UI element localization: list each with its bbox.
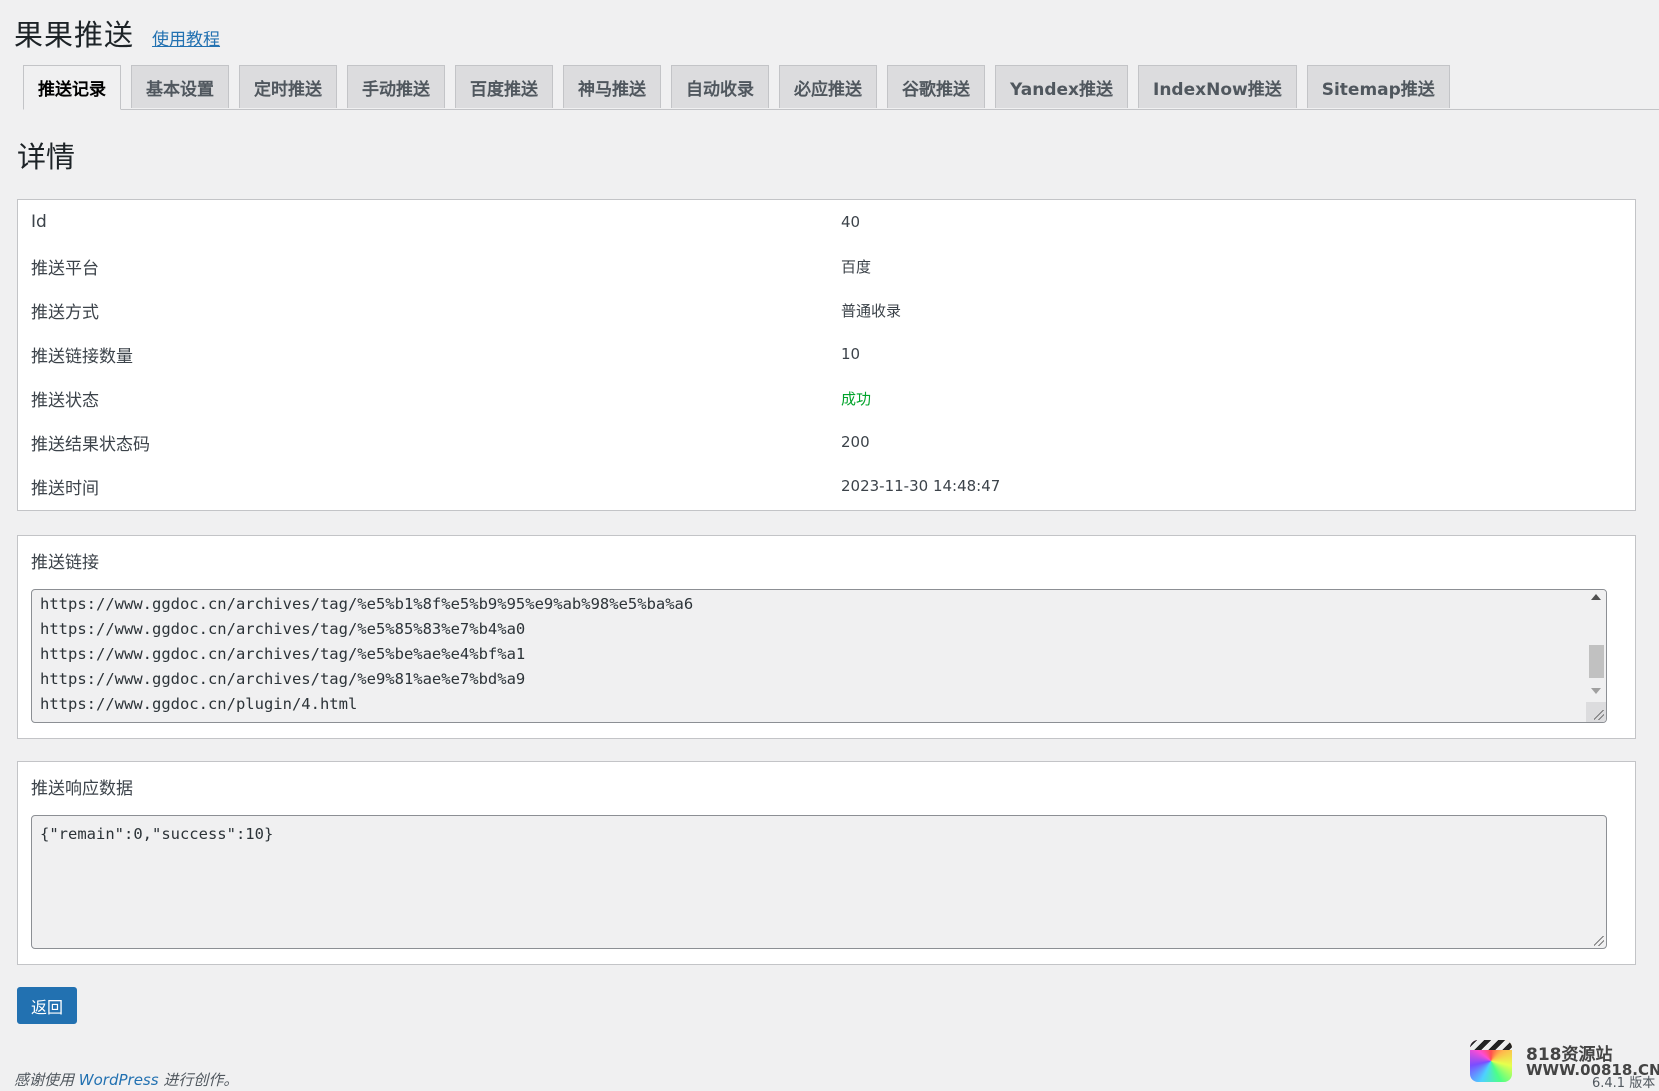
scroll-up-arrow-icon[interactable] bbox=[1591, 594, 1601, 600]
push-links-textarea[interactable]: https://www.ggdoc.cn/archives/tag/%e5%b1… bbox=[31, 589, 1607, 723]
detail-value: 200 bbox=[841, 433, 870, 451]
detail-label: 推送平台 bbox=[31, 258, 99, 279]
clapperboard-icon bbox=[1470, 1040, 1512, 1082]
response-panel: 推送响应数据 {"remain":0,"success":10} bbox=[17, 761, 1636, 965]
detail-label: 推送时间 bbox=[31, 478, 99, 499]
tab-indexnow-push[interactable]: IndexNow推送 bbox=[1138, 65, 1297, 108]
detail-label: 推送状态 bbox=[31, 390, 99, 411]
tab-bar: 推送记录 基本设置 定时推送 手动推送 百度推送 神马推送 自动收录 必应推送 … bbox=[23, 65, 1659, 110]
scroll-thumb[interactable] bbox=[1589, 645, 1604, 678]
detail-value: 百度 bbox=[841, 257, 872, 276]
push-links-label: 推送链接 bbox=[31, 553, 99, 573]
resize-grip-icon[interactable] bbox=[1594, 710, 1604, 720]
tab-scheduled-push[interactable]: 定时推送 bbox=[239, 65, 337, 108]
detail-row-platform: 推送平台 百度 bbox=[31, 244, 1622, 288]
tab-push-records[interactable]: 推送记录 bbox=[23, 65, 121, 110]
detail-label: 推送方式 bbox=[31, 302, 99, 323]
scroll-down-arrow-icon[interactable] bbox=[1591, 688, 1601, 694]
link-line: https://www.ggdoc.cn/archives/tag/%e5%be… bbox=[40, 645, 526, 663]
tab-google-push[interactable]: 谷歌推送 bbox=[887, 65, 985, 108]
tab-auto-index[interactable]: 自动收录 bbox=[671, 65, 769, 108]
response-label: 推送响应数据 bbox=[31, 779, 133, 799]
link-line: https://www.ggdoc.cn/archives/tag/%e5%85… bbox=[40, 620, 526, 638]
response-value: {"remain":0,"success":10} bbox=[40, 825, 274, 843]
tab-basic-settings[interactable]: 基本设置 bbox=[131, 65, 229, 108]
tab-shenma-push[interactable]: 神马推送 bbox=[563, 65, 661, 108]
link-line: https://www.ggdoc.cn/archives/tag/%e5%b1… bbox=[40, 595, 694, 613]
tab-baidu-push[interactable]: 百度推送 bbox=[455, 65, 553, 108]
detail-value: 普通收录 bbox=[841, 301, 902, 320]
version-text: 6.4.1 版本 bbox=[1592, 1076, 1656, 1091]
detail-value: 10 bbox=[841, 345, 861, 363]
detail-row-link-count: 推送链接数量 10 bbox=[31, 332, 1622, 376]
status-badge: 成功 bbox=[841, 389, 872, 408]
detail-row-time: 推送时间 2023-11-30 14:48:47 bbox=[31, 464, 1622, 508]
detail-value: 2023-11-30 14:48:47 bbox=[841, 477, 1001, 495]
link-line: https://www.ggdoc.cn/archives/tag/%e9%81… bbox=[40, 670, 526, 688]
response-textarea[interactable]: {"remain":0,"success":10} bbox=[31, 815, 1607, 949]
push-links-panel: 推送链接 https://www.ggdoc.cn/archives/tag/%… bbox=[17, 535, 1636, 739]
detail-value: 40 bbox=[841, 213, 861, 231]
details-panel: Id 40 推送平台 百度 推送方式 普通收录 推送链接数量 10 推送状态 成… bbox=[17, 199, 1636, 511]
detail-label: Id bbox=[31, 212, 47, 232]
back-button[interactable]: 返回 bbox=[17, 987, 77, 1024]
detail-label: 推送结果状态码 bbox=[31, 434, 150, 455]
detail-row-status: 推送状态 成功 bbox=[31, 376, 1622, 420]
footer-text: 感谢使用 WordPress 进行创作。 bbox=[14, 1069, 238, 1090]
detail-row-id: Id 40 bbox=[31, 200, 1622, 244]
wordpress-link[interactable]: WordPress bbox=[79, 1071, 159, 1089]
tab-yandex-push[interactable]: Yandex推送 bbox=[995, 65, 1128, 108]
detail-label: 推送链接数量 bbox=[31, 346, 133, 367]
header: 果果推送 使用教程 bbox=[14, 12, 220, 54]
tab-bing-push[interactable]: 必应推送 bbox=[779, 65, 877, 108]
detail-row-status-code: 推送结果状态码 200 bbox=[31, 420, 1622, 464]
detail-row-method: 推送方式 普通收录 bbox=[31, 288, 1622, 332]
link-line: https://www.ggdoc.cn/plugin/4.html bbox=[40, 695, 358, 713]
section-title: 详情 bbox=[17, 140, 76, 174]
footer-prefix: 感谢使用 bbox=[14, 1071, 75, 1089]
footer-suffix: 进行创作。 bbox=[163, 1071, 239, 1089]
tab-sitemap-push[interactable]: Sitemap推送 bbox=[1306, 65, 1450, 108]
page-title: 果果推送 bbox=[14, 18, 135, 52]
tab-manual-push[interactable]: 手动推送 bbox=[347, 65, 445, 108]
tutorial-link[interactable]: 使用教程 bbox=[152, 25, 220, 50]
resize-grip-icon[interactable] bbox=[1594, 936, 1604, 946]
